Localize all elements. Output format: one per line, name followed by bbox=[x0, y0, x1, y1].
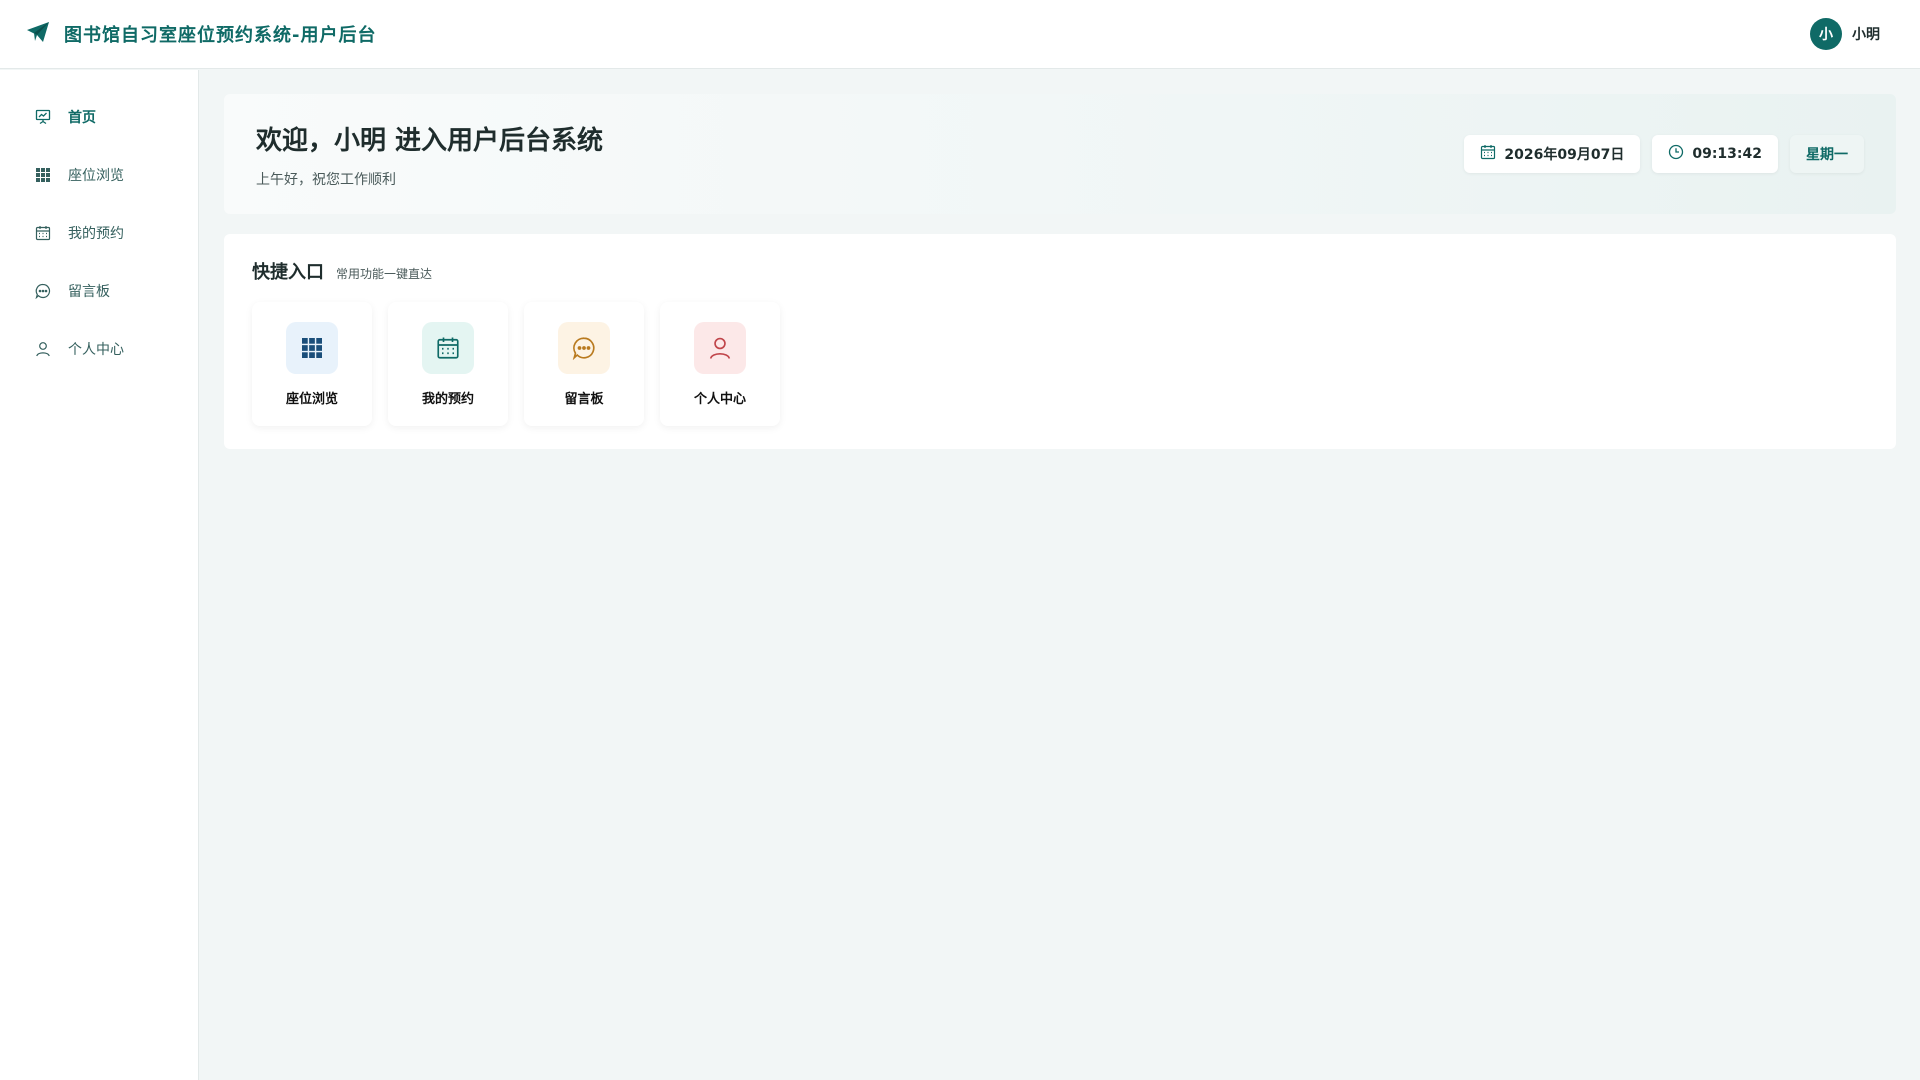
sidebar-item-home[interactable]: 首页 bbox=[0, 88, 198, 146]
sidebar-item-seat-browse[interactable]: 座位浏览 bbox=[0, 146, 198, 204]
weekday-chip: 星期一 bbox=[1790, 135, 1864, 173]
quick-access-cards: 座位浏览 我的预约 留言板 个人中心 bbox=[252, 302, 1868, 426]
weekday-text: 星期一 bbox=[1806, 147, 1848, 163]
sidebar-item-label: 留言板 bbox=[68, 284, 110, 300]
user-name[interactable]: 小明 bbox=[1852, 24, 1880, 44]
sidebar-item-label: 个人中心 bbox=[68, 342, 124, 358]
user-icon bbox=[34, 340, 52, 358]
sidebar-item-profile[interactable]: 个人中心 bbox=[0, 320, 198, 378]
quick-access-subtitle: 常用功能一键直达 bbox=[336, 267, 433, 281]
quick-card-label: 座位浏览 bbox=[285, 392, 338, 407]
chat-bubble-icon bbox=[34, 282, 52, 300]
welcome-title: 欢迎，小明 进入用户后台系统 bbox=[256, 125, 604, 156]
sidebar: 首页 座位浏览 我的预约 留言板 个人中心 bbox=[0, 70, 199, 1080]
quick-card-label: 个人中心 bbox=[693, 392, 746, 407]
quick-card-my-reservations[interactable]: 我的预约 bbox=[388, 302, 508, 426]
date-chip: 2026年09月07日 bbox=[1464, 135, 1641, 173]
calendar-icon bbox=[34, 224, 52, 242]
sidebar-item-label: 我的预约 bbox=[68, 226, 124, 242]
calendar-icon bbox=[1480, 144, 1496, 164]
time-text: 09:13:42 bbox=[1692, 146, 1762, 162]
quick-card-profile[interactable]: 个人中心 bbox=[660, 302, 780, 426]
welcome-banner: 欢迎，小明 进入用户后台系统 上午好，祝您工作顺利 2026年09月07日 09… bbox=[224, 94, 1896, 214]
grid-icon bbox=[34, 166, 52, 184]
brand[interactable]: 图书馆自习室座位预约系统-用户后台 bbox=[26, 21, 376, 47]
chat-bubble-icon bbox=[558, 322, 610, 374]
sidebar-item-label: 座位浏览 bbox=[68, 168, 124, 184]
user-menu[interactable]: 小 小明 bbox=[1810, 18, 1880, 50]
clock-icon bbox=[1668, 144, 1684, 164]
quick-card-label: 留言板 bbox=[564, 392, 604, 407]
avatar[interactable]: 小 bbox=[1810, 18, 1842, 50]
paper-plane-icon bbox=[26, 21, 50, 47]
user-icon bbox=[694, 322, 746, 374]
main-content: 欢迎，小明 进入用户后台系统 上午好，祝您工作顺利 2026年09月07日 09… bbox=[224, 94, 1896, 449]
app-title: 图书馆自习室座位预约系统-用户后台 bbox=[64, 25, 377, 46]
quick-card-seat-browse[interactable]: 座位浏览 bbox=[252, 302, 372, 426]
sidebar-item-label: 首页 bbox=[68, 110, 96, 126]
date-text: 2026年09月07日 bbox=[1504, 147, 1625, 163]
quick-card-message-board[interactable]: 留言板 bbox=[524, 302, 644, 426]
sidebar-item-my-reservations[interactable]: 我的预约 bbox=[0, 204, 198, 262]
presentation-icon bbox=[34, 108, 52, 126]
welcome-subtitle: 上午好，祝您工作顺利 bbox=[256, 171, 396, 188]
top-header: 图书馆自习室座位预约系统-用户后台 小 小明 bbox=[0, 0, 1920, 69]
calendar-icon bbox=[422, 322, 474, 374]
quick-access-panel: 快捷入口 常用功能一键直达 座位浏览 我的预约 留言板 个人中心 bbox=[224, 234, 1896, 449]
quick-access-title: 快捷入口 bbox=[252, 262, 324, 283]
time-chip: 09:13:42 bbox=[1652, 135, 1778, 173]
grid-icon bbox=[286, 322, 338, 374]
datetime-chips: 2026年09月07日 09:13:42 星期一 bbox=[1464, 135, 1864, 173]
sidebar-item-message-board[interactable]: 留言板 bbox=[0, 262, 198, 320]
quick-card-label: 我的预约 bbox=[421, 392, 474, 407]
